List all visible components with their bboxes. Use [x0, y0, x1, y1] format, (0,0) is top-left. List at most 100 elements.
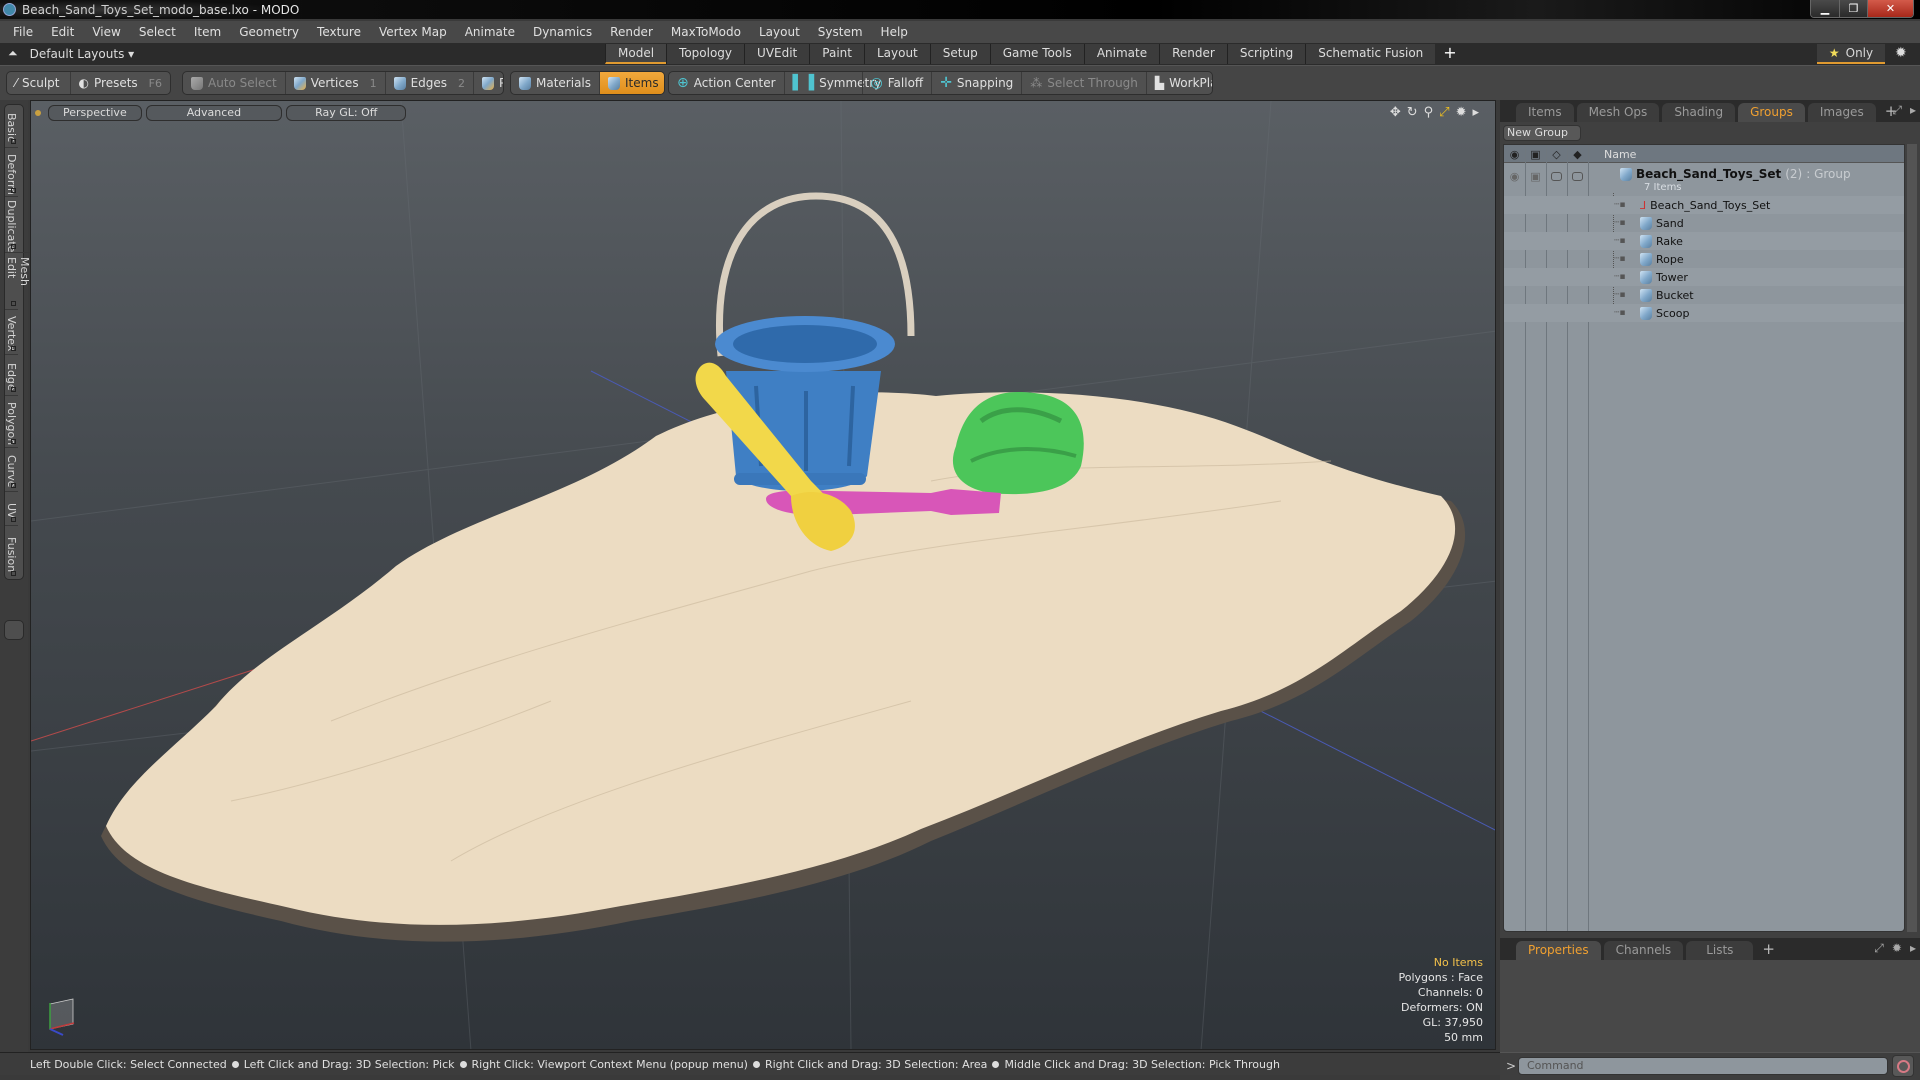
- tree-item-bucket[interactable]: ┄▪ Bucket: [1504, 286, 1904, 304]
- name-column-header[interactable]: Name: [1604, 145, 1636, 163]
- close-button[interactable]: ✕: [1867, 0, 1913, 17]
- menu-geometry[interactable]: Geometry: [230, 25, 308, 39]
- tab-layout[interactable]: Layout: [863, 44, 930, 64]
- menu-item[interactable]: Item: [185, 25, 230, 39]
- edges-button[interactable]: Edges 2: [384, 72, 473, 94]
- menu-system[interactable]: System: [809, 25, 872, 39]
- tab-items[interactable]: Items: [1516, 103, 1574, 122]
- sidebar-tab-mesh-edit[interactable]: Mesh Edit: [5, 252, 31, 309]
- sidebar-extra-tab[interactable]: [4, 620, 24, 640]
- sidebar-tab-vertex[interactable]: Vertex: [5, 309, 18, 354]
- sidebar-tab-deform[interactable]: Deform: [5, 147, 18, 196]
- items-button[interactable]: Items 5: [599, 72, 664, 94]
- new-group-button[interactable]: New Group: [1503, 125, 1581, 141]
- auto-select-button[interactable]: Auto Select: [183, 72, 285, 94]
- restore-button[interactable]: ❐: [1839, 0, 1867, 17]
- menu-vertex-map[interactable]: Vertex Map: [370, 25, 456, 39]
- record-macro-button[interactable]: [1892, 1055, 1914, 1077]
- tab-animate[interactable]: Animate: [1083, 44, 1160, 64]
- group-row[interactable]: Beach_Sand_Toys_Set (2) : Group 7 Items: [1504, 164, 1904, 196]
- tree-item-scoop[interactable]: ┄▪ Scoop: [1504, 304, 1904, 322]
- tab-shading[interactable]: Shading: [1662, 103, 1736, 122]
- collapse-arrow-icon[interactable]: ⏶: [8, 46, 18, 61]
- tab-groups[interactable]: Groups: [1738, 103, 1805, 122]
- tab-model[interactable]: Model: [605, 44, 667, 64]
- menu-select[interactable]: Select: [130, 25, 185, 39]
- viewport-gear-icon[interactable]: ✹: [1456, 105, 1467, 120]
- tree-item-sand[interactable]: ┄▪ Sand: [1504, 214, 1904, 232]
- raygl-toggle[interactable]: Ray GL: Off: [286, 105, 407, 121]
- tab-paint[interactable]: Paint: [809, 44, 864, 64]
- tab-scripting[interactable]: Scripting: [1226, 44, 1306, 64]
- view-mode-dropdown[interactable]: Perspective: [48, 105, 142, 121]
- tree-item-locator[interactable]: ┄▪ ⅃ Beach_Sand_Toys_Set: [1504, 196, 1904, 214]
- menu-texture[interactable]: Texture: [308, 25, 370, 39]
- sidebar-tab-uv[interactable]: UV: [5, 491, 18, 525]
- visibility-column-eye-icon[interactable]: ◉: [1504, 145, 1525, 163]
- sidebar-tab-fusion[interactable]: Fusion: [5, 525, 18, 579]
- fit-icon[interactable]: ⤢: [1439, 105, 1449, 120]
- vertices-button[interactable]: Vertices 1: [284, 72, 385, 94]
- only-button[interactable]: ★ Only: [1817, 44, 1885, 64]
- pan-icon[interactable]: ✥: [1390, 105, 1401, 120]
- tab-properties[interactable]: Properties: [1516, 941, 1601, 960]
- tab-uvedit[interactable]: UVEdit: [744, 44, 810, 64]
- menu-render[interactable]: Render: [601, 25, 662, 39]
- sculpt-button[interactable]: ⁄ Sculpt: [7, 72, 70, 94]
- workplane-button[interactable]: ▙ WorkPlane: [1145, 72, 1212, 94]
- render-column-camera-icon[interactable]: ▣: [1525, 145, 1546, 163]
- rotate-icon[interactable]: ↻: [1407, 105, 1418, 120]
- tab-mesh-ops[interactable]: Mesh Ops: [1576, 103, 1660, 122]
- panel-menu-arrow-icon[interactable]: ▸: [1910, 103, 1916, 118]
- tree-item-rope[interactable]: ┄▪ Rope: [1504, 250, 1904, 268]
- 3d-viewport[interactable]: Perspective Advanced Ray GL: Off ✥ ↻ ⚲ ⤢…: [30, 100, 1496, 1050]
- tab-render[interactable]: Render: [1159, 44, 1227, 64]
- menu-edit[interactable]: Edit: [42, 25, 83, 39]
- tab-setup[interactable]: Setup: [929, 44, 990, 64]
- presets-button[interactable]: ◐ Presets F6: [69, 72, 170, 94]
- symmetry-button[interactable]: ▌▐ Symmetry: [783, 72, 881, 94]
- action-center-button[interactable]: ⊕ Action Center: [669, 72, 784, 94]
- gear-icon[interactable]: ✹: [1895, 45, 1907, 61]
- shading-mode-dropdown[interactable]: Advanced: [145, 105, 283, 121]
- tab-images[interactable]: Images: [1807, 103, 1876, 122]
- tab-lists[interactable]: Lists: [1686, 941, 1754, 960]
- properties-menu-arrow-icon[interactable]: ▸: [1910, 941, 1916, 956]
- falloff-button[interactable]: ◎ Falloff: [861, 72, 932, 94]
- materials-button[interactable]: Materials: [511, 72, 599, 94]
- command-input[interactable]: Command: [1518, 1057, 1888, 1075]
- add-layout-tab-button[interactable]: +: [1435, 44, 1464, 64]
- lock-column-cube-icon[interactable]: ◇: [1546, 145, 1567, 163]
- groups-scrollbar[interactable]: [1907, 144, 1917, 932]
- add-properties-tab-button[interactable]: +: [1756, 940, 1781, 960]
- menu-help[interactable]: Help: [872, 25, 917, 39]
- sidebar-tab-curve[interactable]: Curve: [5, 447, 18, 491]
- tab-topology[interactable]: Topology: [666, 44, 745, 64]
- tab-schematic-fusion[interactable]: Schematic Fusion: [1305, 44, 1436, 64]
- zoom-icon[interactable]: ⚲: [1424, 105, 1434, 120]
- viewport-indicator-icon[interactable]: [35, 110, 41, 116]
- menu-animate[interactable]: Animate: [456, 25, 524, 39]
- select-column-cube-icon[interactable]: ◆: [1567, 145, 1588, 163]
- menu-layout[interactable]: Layout: [750, 25, 809, 39]
- menu-file[interactable]: File: [4, 25, 42, 39]
- expand-properties-icon[interactable]: ⤢: [1874, 941, 1884, 956]
- sidebar-tab-edge[interactable]: Edge: [5, 354, 18, 395]
- menu-dynamics[interactable]: Dynamics: [524, 25, 601, 39]
- tree-item-tower[interactable]: ┄▪ Tower: [1504, 268, 1904, 286]
- menu-view[interactable]: View: [83, 25, 129, 39]
- tree-item-rake[interactable]: ┄▪ Rake: [1504, 232, 1904, 250]
- sidebar-tab-duplicate[interactable]: Duplicate: [5, 196, 18, 253]
- minimize-button[interactable]: ▁: [1811, 0, 1839, 17]
- default-layouts-dropdown[interactable]: Default Layouts ▾: [30, 47, 135, 61]
- expand-panel-icon[interactable]: ⤢: [1892, 103, 1902, 118]
- snapping-button[interactable]: ✛ Snapping: [931, 72, 1021, 94]
- select-through-button[interactable]: ⁂ Select Through: [1021, 72, 1146, 94]
- menu-maxtomodo[interactable]: MaxToModo: [662, 25, 750, 39]
- sidebar-tab-polygon[interactable]: Polygon: [5, 395, 18, 447]
- properties-gear-icon[interactable]: ✹: [1892, 941, 1902, 956]
- sidebar-tab-basic[interactable]: Basic: [5, 105, 18, 147]
- polygons-button[interactable]: Polygons: [473, 72, 503, 94]
- tab-channels[interactable]: Channels: [1603, 941, 1684, 960]
- viewport-menu-arrow-icon[interactable]: ▸: [1472, 105, 1479, 120]
